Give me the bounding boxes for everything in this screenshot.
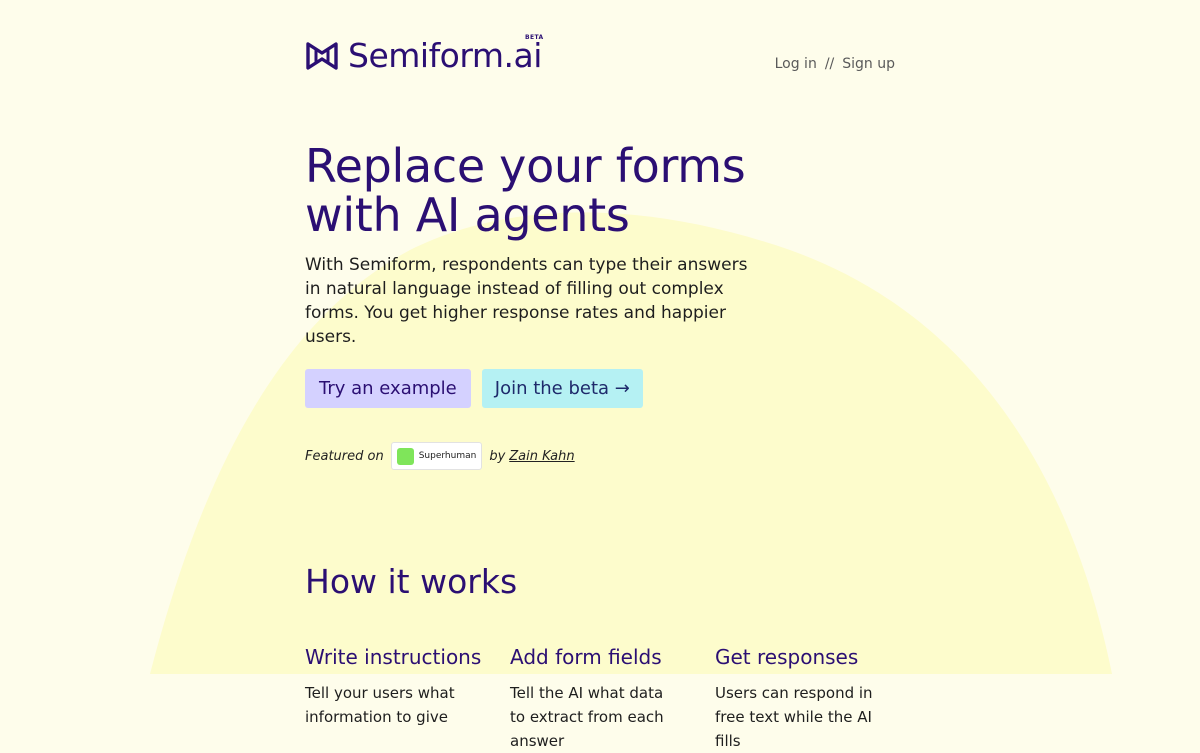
featured-on: Featured on Superhuman by Zain Kahn bbox=[305, 442, 895, 470]
hero-subtitle: With Semiform, respondents can type thei… bbox=[305, 255, 748, 347]
step-text: Tell the AI what data to extract from ea… bbox=[510, 684, 664, 750]
featured-prefix: Featured on bbox=[305, 448, 384, 464]
bowtie-logo-icon bbox=[306, 42, 338, 70]
author-link[interactable]: Zain Kahn bbox=[509, 449, 574, 464]
login-link[interactable]: Log in bbox=[775, 56, 817, 72]
signup-link[interactable]: Sign up bbox=[842, 56, 895, 72]
step-title: Write instructions bbox=[305, 645, 482, 669]
step-add-form-fields: Add form fields Tell the AI what data to… bbox=[510, 645, 680, 753]
hero-title-line2: with AI agents bbox=[305, 188, 630, 242]
superhuman-logo-icon bbox=[396, 447, 414, 465]
step-title: Get responses bbox=[715, 645, 859, 669]
header: Semiform.ai BETA Log in // Sign up bbox=[305, 0, 895, 96]
step-text: Tell your users what information to give bbox=[305, 684, 455, 726]
superhuman-badge-label: Superhuman bbox=[418, 451, 477, 461]
superhuman-badge[interactable]: Superhuman bbox=[390, 442, 483, 470]
join-beta-button[interactable]: Join the beta → bbox=[481, 369, 643, 408]
step-title: Add form fields bbox=[510, 645, 662, 669]
hero-title-line1: Replace your forms bbox=[305, 139, 746, 193]
auth-links: Log in // Sign up bbox=[775, 56, 895, 72]
beta-badge: BETA bbox=[525, 34, 544, 41]
steps: Write instructions Tell your users what … bbox=[305, 645, 895, 753]
brand-logo[interactable]: Semiform.ai bbox=[305, 36, 542, 76]
step-write-instructions: Write instructions Tell your users what … bbox=[305, 645, 482, 753]
step-get-responses: Get responses Users can respond in free … bbox=[715, 645, 885, 753]
featured-by: by bbox=[489, 448, 506, 464]
try-example-button[interactable]: Try an example bbox=[305, 369, 471, 408]
page-container: Semiform.ai BETA Log in // Sign up Replace… bbox=[305, 0, 895, 753]
step-text: Users can respond in free text while the… bbox=[715, 684, 873, 750]
cta-buttons: Try an example Join the beta → bbox=[305, 369, 895, 408]
how-it-works-title: How it works bbox=[305, 562, 518, 601]
brand-name: Semiform.ai bbox=[348, 36, 542, 75]
hero-title: Replace your forms with AI agents bbox=[305, 142, 895, 240]
auth-separator: // bbox=[824, 56, 835, 72]
